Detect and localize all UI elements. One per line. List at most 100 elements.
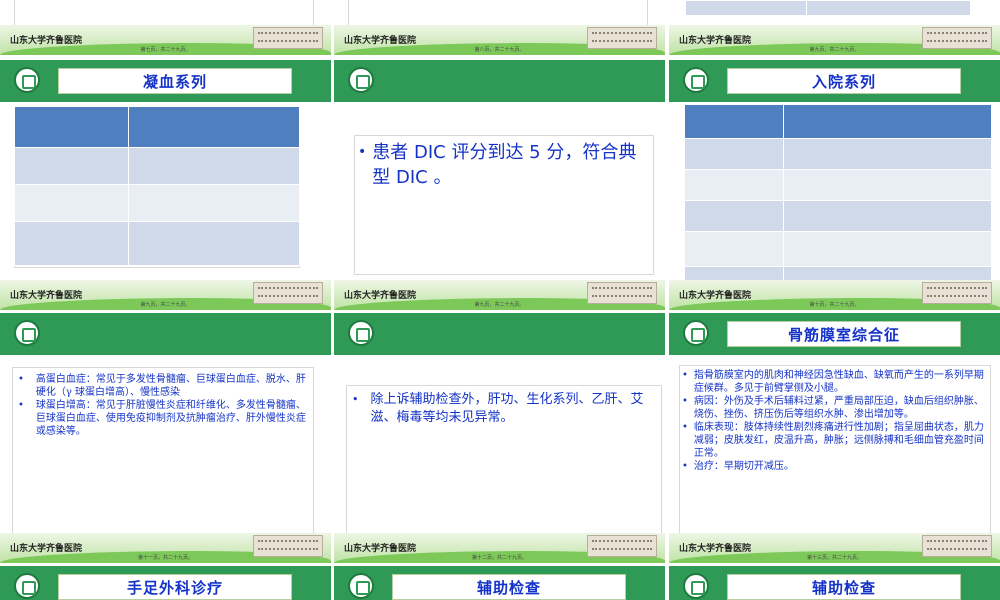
slide-title: 入院系列 bbox=[811, 72, 876, 91]
school-logo: 山东大学齐鲁医院 bbox=[10, 36, 83, 46]
school-logo: 山东大学齐鲁医院 bbox=[679, 544, 752, 554]
bullet-icon: • bbox=[682, 396, 688, 407]
hospital-logo-icon bbox=[683, 67, 709, 93]
school-logo: 山东大学齐鲁医院 bbox=[679, 36, 752, 46]
slide-footer: 山东大学齐鲁医院 第十一页，共二十九页。 bbox=[0, 533, 331, 563]
slide-footer: 山东大学齐鲁医院 第七页，共二十九页。 bbox=[0, 25, 331, 55]
bullet-list: • 除上诉辅助检查外，肝功、生化系列、乙肝、艾滋、梅毒等均未见异常。 bbox=[352, 391, 652, 427]
title-box: 辅助检查 bbox=[727, 574, 961, 600]
slide-header bbox=[334, 60, 665, 102]
slide-footer: 山东大学齐鲁医院 第九页，共二十九页。 bbox=[0, 280, 331, 310]
table-row bbox=[14, 221, 300, 266]
slide-header bbox=[334, 313, 665, 355]
hospital-logo-icon bbox=[348, 320, 374, 346]
list-item: • 高蛋白血症：常见于多发性骨髓瘤、巨球蛋白血症、脱水、肝硬化（γ 球蛋白增高）… bbox=[18, 373, 310, 399]
school-logo: 山东大学齐鲁医院 bbox=[344, 544, 417, 554]
slide-admission[interactable]: 入院系列 山东大学齐鲁医院 第十页，共二十九页。 bbox=[669, 60, 1000, 310]
slide-coagulation[interactable]: 凝血系列 山东大学齐鲁医院 第九页，共二十九页。 bbox=[0, 60, 331, 310]
slide-footer: 山东大学齐鲁医院 第八页，共二十九页。 bbox=[334, 25, 665, 55]
bullet-icon: • bbox=[18, 374, 24, 385]
slide-title: 手足外科诊疗 bbox=[126, 578, 223, 597]
slide-9[interactable]: 山东大学齐鲁医院 第九页，共二十九页。 bbox=[669, 0, 1000, 55]
bullet-icon: • bbox=[682, 461, 688, 472]
slide-7[interactable]: 山东大学齐鲁医院 第七页，共二十九页。 bbox=[0, 0, 331, 55]
bullet-text: 临床表现：肢体持续性剧烈疼痛进行性加剧；指呈屈曲状态，肌力减弱；皮肤发红，皮温升… bbox=[693, 422, 984, 459]
table-row bbox=[684, 200, 992, 232]
table-row bbox=[684, 169, 992, 201]
hospital-logo-icon bbox=[14, 320, 40, 346]
hospital-logo-icon bbox=[683, 320, 709, 346]
slide-compartment-syndrome[interactable]: 骨筋膜室综合征 • 指骨筋膜室内的肌肉和神经因急性缺血、缺氧而产生的一系列早期症… bbox=[669, 313, 1000, 563]
page-number: 第十一页，共二十九页。 bbox=[137, 555, 193, 561]
bullet-text: 患者 DIC 评分到达 5 分，符合典型 DIC 。 bbox=[372, 142, 637, 188]
slide-footer: 山东大学齐鲁医院 第九页，共二十九页。 bbox=[334, 280, 665, 310]
slide-title: 凝血系列 bbox=[142, 72, 207, 91]
page-number: 第八页，共二十九页。 bbox=[474, 47, 525, 53]
slide-header: 入院系列 bbox=[669, 60, 1000, 102]
slide-header: 辅助检查 bbox=[334, 566, 665, 600]
title-box: 辅助检查 bbox=[392, 574, 626, 600]
bullet-list: • 患者 DIC 评分到达 5 分，符合典型 DIC 。 bbox=[358, 140, 648, 190]
slide-title: 骨筋膜室综合征 bbox=[787, 325, 900, 344]
page-number: 第七页，共二十九页。 bbox=[140, 47, 191, 53]
list-item: • 球蛋白增高：常见于肝脏慢性炎症和纤维化、多发性骨髓瘤、巨球蛋白血症、使用免疫… bbox=[18, 399, 310, 438]
title-box: 手足外科诊疗 bbox=[58, 574, 292, 600]
slide-title: 辅助检查 bbox=[811, 578, 876, 597]
school-logo: 山东大学齐鲁医院 bbox=[679, 291, 752, 301]
bullet-icon: • bbox=[358, 144, 367, 160]
page-number: 第九页，共二十九页。 bbox=[140, 302, 191, 308]
hospital-logo-icon bbox=[348, 67, 374, 93]
list-item: • 临床表现：肢体持续性剧烈疼痛进行性加剧；指呈屈曲状态，肌力减弱；皮肤发红，皮… bbox=[682, 421, 986, 460]
hospital-logo-icon bbox=[683, 573, 709, 599]
slide-header: 凝血系列 bbox=[0, 60, 331, 102]
list-item: • 指骨筋膜室内的肌肉和神经因急性缺血、缺氧而产生的一系列早期症候群。多见于前臂… bbox=[682, 369, 986, 395]
page-number: 第十页，共二十九页。 bbox=[809, 302, 860, 308]
table-row bbox=[684, 138, 992, 170]
list-item: • 治疗：早期切开减压。 bbox=[682, 460, 986, 473]
bullet-list: • 指骨筋膜室内的肌肉和神经因急性缺血、缺氧而产生的一系列早期症候群。多见于前臂… bbox=[682, 369, 986, 473]
slide-footer: 山东大学齐鲁医院 第十二页，共二十九页。 bbox=[334, 533, 665, 563]
slide-globulin[interactable]: • 高蛋白血症：常见于多发性骨髓瘤、巨球蛋白血症、脱水、肝硬化（γ 球蛋白增高）… bbox=[0, 313, 331, 563]
admission-table bbox=[684, 104, 992, 304]
bullet-text: 病因：外伤及手术后辅料过紧，严重局部压迫，缺血后组织肿胀、烧伤、挫伤、挤压伤后等… bbox=[693, 396, 984, 420]
slide-other-tests[interactable]: • 除上诉辅助检查外，肝功、生化系列、乙肝、艾滋、梅毒等均未见异常。 山东大学齐… bbox=[334, 313, 665, 563]
hospital-logo-icon bbox=[348, 573, 374, 599]
slide-header: 辅助检查 bbox=[669, 566, 1000, 600]
slide-hand-foot-surgery[interactable]: 手足外科诊疗 bbox=[0, 566, 331, 600]
slide-footer: 山东大学齐鲁医院 第十三页，共二十九页。 bbox=[669, 533, 1000, 563]
bullet-text: 治疗：早期切开减压。 bbox=[693, 461, 794, 472]
slide-auxiliary-exam-2[interactable]: 辅助检查 bbox=[669, 566, 1000, 600]
slide-auxiliary-exam-1[interactable]: 辅助检查 bbox=[334, 566, 665, 600]
bullet-list: • 高蛋白血症：常见于多发性骨髓瘤、巨球蛋白血症、脱水、肝硬化（γ 球蛋白增高）… bbox=[18, 373, 310, 438]
bullet-icon: • bbox=[18, 400, 24, 411]
slide-header bbox=[0, 313, 331, 355]
slide-footer: 山东大学齐鲁医院 第九页，共二十九页。 bbox=[669, 25, 1000, 55]
school-logo: 山东大学齐鲁医院 bbox=[10, 544, 83, 554]
school-logo: 山东大学齐鲁医院 bbox=[10, 291, 83, 301]
title-box: 入院系列 bbox=[727, 68, 961, 94]
table-row bbox=[684, 231, 992, 267]
slide-header: 骨筋膜室综合征 bbox=[669, 313, 1000, 355]
slide-dic[interactable]: • 患者 DIC 评分到达 5 分，符合典型 DIC 。 山东大学齐鲁医院 第九… bbox=[334, 60, 665, 310]
content-frame bbox=[14, 0, 314, 28]
slide-header: 手足外科诊疗 bbox=[0, 566, 331, 600]
slide-8[interactable]: 山东大学齐鲁医院 第八页，共二十九页。 bbox=[334, 0, 665, 55]
hospital-logo-icon bbox=[14, 573, 40, 599]
bullet-text: 高蛋白血症：常见于多发性骨髓瘤、巨球蛋白血症、脱水、肝硬化（γ 球蛋白增高）、慢… bbox=[35, 374, 306, 398]
table-header-row bbox=[684, 104, 992, 139]
table-row bbox=[14, 147, 300, 185]
page-number: 第九页，共二十九页。 bbox=[474, 302, 525, 308]
bullet-icon: • bbox=[682, 422, 688, 433]
page-number: 第九页，共二十九页。 bbox=[809, 47, 860, 53]
content-frame bbox=[348, 0, 648, 28]
slide-title: 辅助检查 bbox=[476, 578, 541, 597]
table-header-row bbox=[14, 106, 300, 148]
bullet-icon: • bbox=[682, 370, 688, 381]
list-item: • 患者 DIC 评分到达 5 分，符合典型 DIC 。 bbox=[358, 140, 648, 190]
title-box: 骨筋膜室综合征 bbox=[727, 321, 961, 347]
hospital-logo-icon bbox=[14, 67, 40, 93]
slide-footer: 山东大学齐鲁医院 第十页，共二十九页。 bbox=[669, 280, 1000, 310]
school-logo: 山东大学齐鲁医院 bbox=[344, 36, 417, 46]
list-item: • 病因：外伤及手术后辅料过紧，严重局部压迫，缺血后组织肿胀、烧伤、挫伤、挤压伤… bbox=[682, 395, 986, 421]
data-table bbox=[685, 0, 971, 16]
